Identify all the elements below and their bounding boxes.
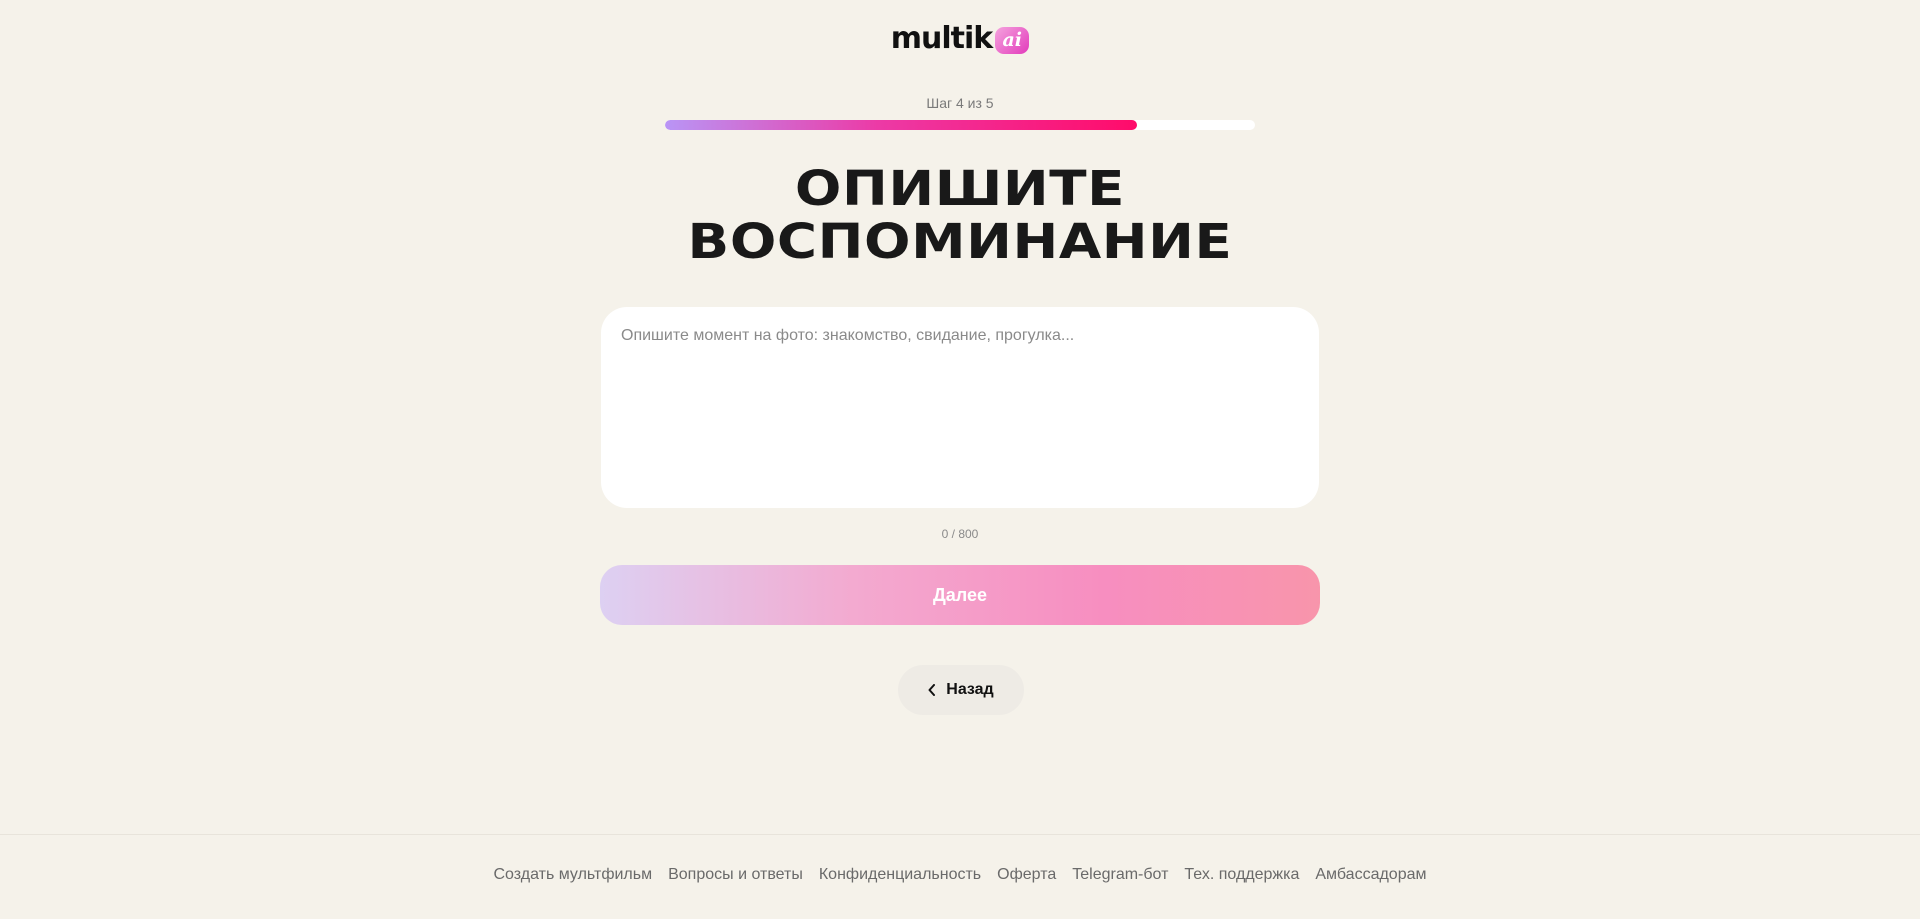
footer-nav: Создать мультфильм Вопросы и ответы Конф…	[0, 866, 1920, 884]
footer-link-offer[interactable]: Оферта	[997, 866, 1056, 884]
chevron-left-icon	[928, 684, 936, 696]
next-button[interactable]: Далее	[600, 565, 1320, 625]
progress-bar	[665, 120, 1255, 130]
page-title-line-2: ВОСПОМИНАНИЕ	[687, 214, 1233, 270]
page-title: ОПИШИТЕ ВОСПОМИНАНИЕ	[0, 163, 1920, 269]
back-button[interactable]: Назад	[898, 665, 1024, 715]
footer-link-support[interactable]: Тех. поддержка	[1184, 866, 1299, 884]
page-title-line-1: ОПИШИТЕ	[794, 161, 1126, 217]
footer-link-faq[interactable]: Вопросы и ответы	[668, 866, 803, 884]
footer-link-privacy[interactable]: Конфиденциальность	[819, 866, 981, 884]
memory-textarea-container	[601, 307, 1319, 508]
progress-bar-fill	[665, 120, 1137, 130]
logo[interactable]: multik ai	[0, 24, 1920, 54]
memory-description-input[interactable]	[621, 327, 1299, 488]
back-button-label: Назад	[946, 681, 994, 698]
footer-link-ambassadors[interactable]: Амбассадорам	[1315, 866, 1426, 884]
footer-link-telegram-bot[interactable]: Telegram-бот	[1072, 866, 1168, 884]
logo-wordmark: multik	[890, 21, 993, 56]
character-counter: 0 / 800	[941, 527, 979, 541]
footer-link-create[interactable]: Создать мультфильм	[493, 866, 652, 884]
step-indicator: Шаг 4 из 5	[926, 95, 994, 111]
footer-divider	[0, 834, 1920, 835]
logo-ai-badge: ai	[995, 27, 1030, 54]
